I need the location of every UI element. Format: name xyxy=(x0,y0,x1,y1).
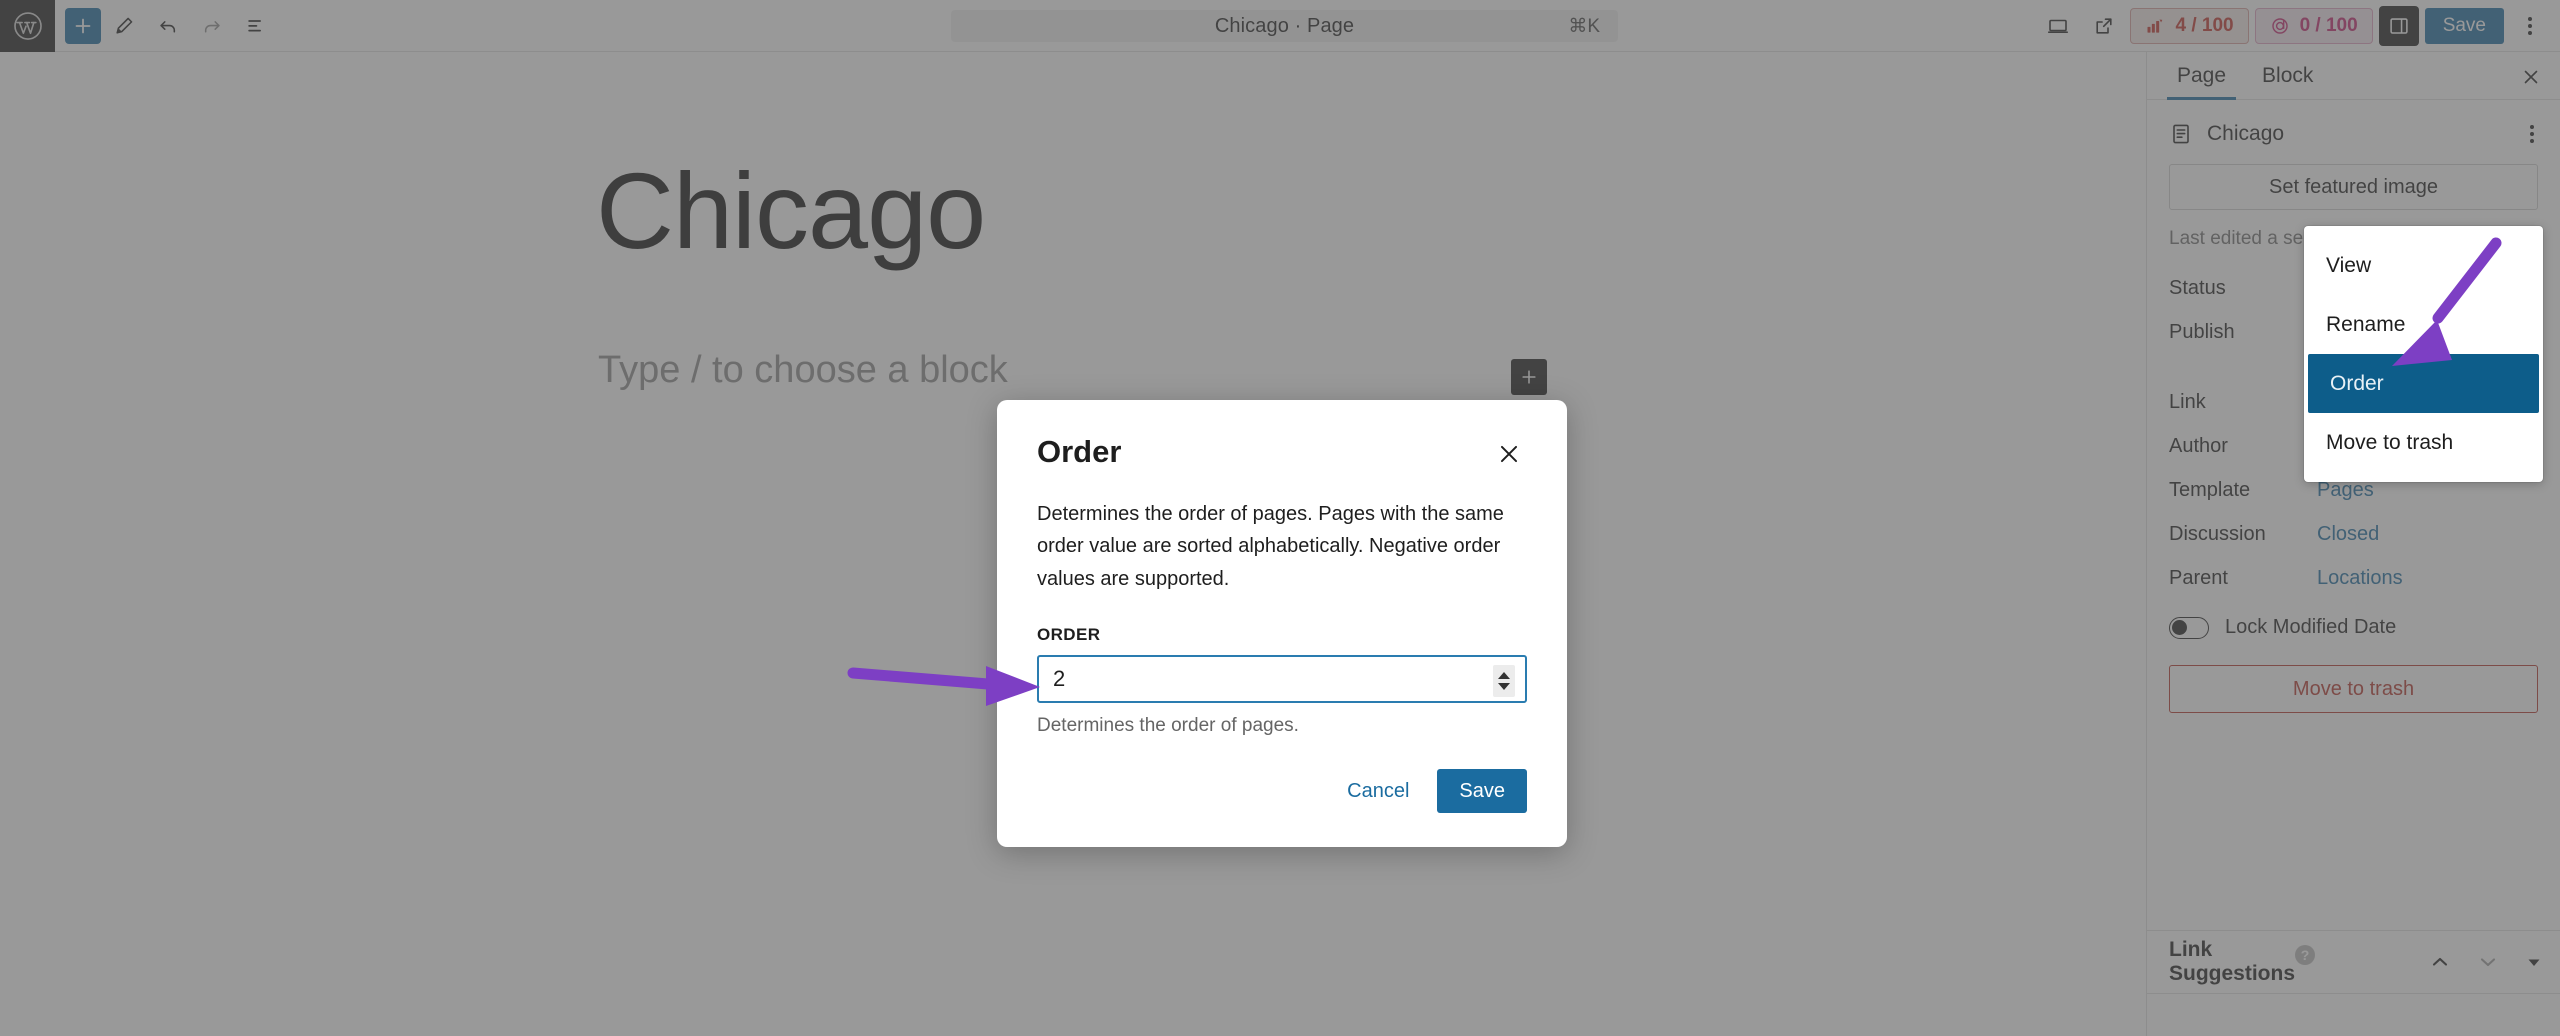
close-icon xyxy=(1500,445,1518,463)
order-dialog-description: Determines the order of pages. Pages wit… xyxy=(1037,503,1504,590)
order-dialog-footer: Cancel Save xyxy=(1037,769,1527,814)
menu-item-rename[interactable]: Rename xyxy=(2304,295,2543,354)
order-field-label: ORDER xyxy=(1037,625,1101,645)
cancel-button[interactable]: Cancel xyxy=(1331,770,1425,813)
order-dialog-title: Order xyxy=(1037,434,1122,469)
order-input[interactable] xyxy=(1039,657,1525,702)
stepper-up-icon[interactable] xyxy=(1498,672,1510,680)
document-actions-dropdown: View Rename Order Move to trash xyxy=(2304,226,2543,482)
save-order-button[interactable]: Save xyxy=(1437,769,1527,814)
order-dialog: Order Determines the order of pages. Pag… xyxy=(997,400,1567,848)
order-dialog-header: Order xyxy=(1037,434,1527,472)
order-input-wrapper[interactable] xyxy=(1037,655,1527,704)
wordpress-editor-screen: Chicago · Page ⌘K xyxy=(0,0,2560,1036)
menu-item-move-to-trash[interactable]: Move to trash xyxy=(2304,413,2543,472)
order-input-stepper[interactable] xyxy=(1493,665,1515,698)
order-field-help: Determines the order of pages. xyxy=(1037,715,1299,737)
menu-item-view[interactable]: View xyxy=(2304,236,2543,295)
menu-item-order[interactable]: Order xyxy=(2308,354,2539,413)
order-dialog-close-button[interactable] xyxy=(1491,436,1527,472)
stepper-down-icon[interactable] xyxy=(1498,683,1510,691)
